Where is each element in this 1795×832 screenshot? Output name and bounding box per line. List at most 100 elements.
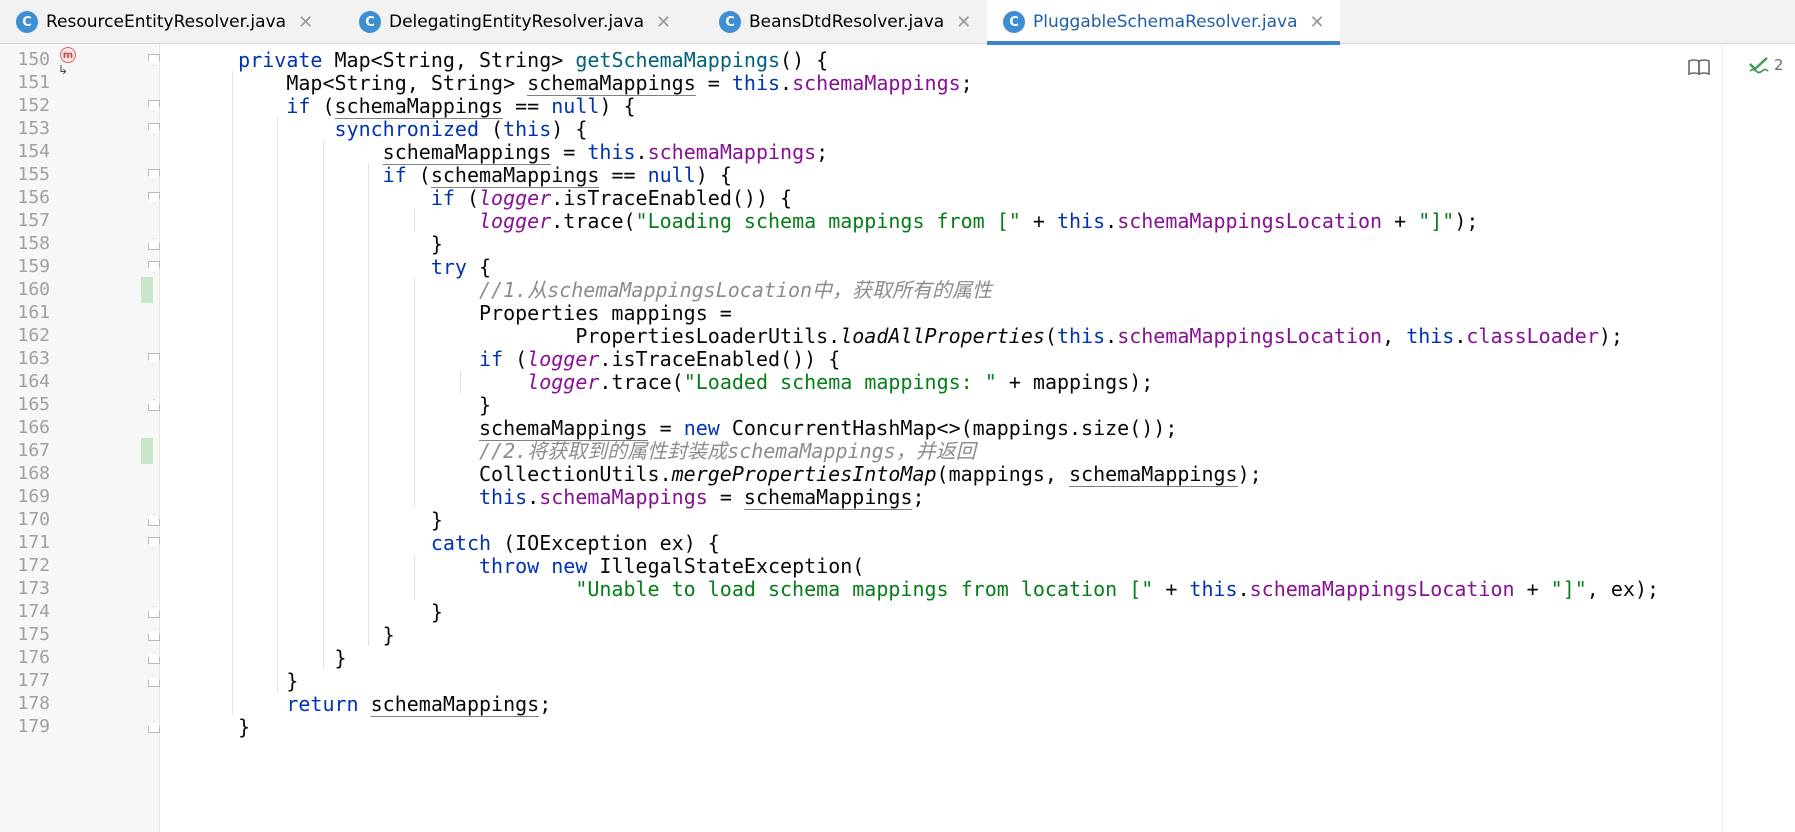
code-token: ;: [816, 140, 829, 164]
fold-expanded-icon[interactable]: [148, 54, 160, 66]
tab-pluggable-schema-resolver[interactable]: C PluggableSchemaResolver.java ✕: [987, 0, 1340, 45]
code-token: this: [478, 485, 528, 509]
tab-label: PluggableSchemaResolver.java: [1033, 12, 1298, 32]
code-token: mergePropertiesIntoMap: [671, 462, 937, 486]
code-token: "]": [1418, 209, 1455, 233]
close-icon[interactable]: ✕: [298, 12, 313, 33]
fold-expanded-icon[interactable]: [148, 192, 160, 204]
fold-expanded-icon[interactable]: [148, 537, 160, 549]
code-token: (: [1044, 324, 1057, 348]
code-token: =: [647, 416, 684, 440]
tab-label: BeansDtdResolver.java: [749, 12, 945, 32]
code-token: (: [310, 94, 335, 118]
fold-end-icon[interactable]: [148, 675, 160, 687]
fold-end-icon[interactable]: [148, 399, 160, 411]
code-token: (: [479, 117, 504, 141]
code-token: logger: [527, 370, 600, 394]
code-token: +: [1020, 209, 1057, 233]
code-token: null: [551, 94, 600, 118]
code-token: ==: [599, 163, 648, 187]
fold-end-icon[interactable]: [148, 514, 160, 526]
code-token: schemaMappings: [1069, 462, 1238, 487]
fold-expanded-icon[interactable]: [148, 169, 160, 181]
code-token: );: [1237, 462, 1262, 486]
code-token: private: [238, 48, 323, 72]
tab-beans-dtd-resolver[interactable]: C BeansDtdResolver.java ✕: [703, 0, 986, 44]
code-token: return: [286, 692, 359, 716]
fold-end-icon[interactable]: [148, 652, 160, 664]
book-icon[interactable]: [1688, 58, 1710, 76]
line-number: 179: [17, 716, 50, 737]
code-token: .: [1105, 209, 1118, 233]
fold-end-icon[interactable]: [148, 629, 160, 641]
code-token: this: [503, 117, 552, 141]
fold-expanded-icon[interactable]: [148, 353, 160, 365]
code-token: "]": [1550, 577, 1587, 601]
fold-expanded-icon[interactable]: [148, 261, 160, 273]
close-icon[interactable]: ✕: [956, 12, 971, 33]
fold-end-icon[interactable]: [148, 238, 160, 250]
code-token: + mappings);: [996, 370, 1154, 394]
code-token: ) {: [599, 94, 636, 118]
tab-label: ResourceEntityResolver.java: [46, 12, 287, 32]
vcs-change-marker[interactable]: [141, 438, 153, 464]
inspection-count: 2: [1774, 56, 1784, 74]
fold-expanded-icon[interactable]: [148, 100, 160, 112]
code-token: ) {: [695, 163, 732, 187]
class-icon: C: [359, 11, 381, 33]
code-token: .isTraceEnabled()) {: [599, 347, 841, 371]
code-token: );: [1454, 209, 1479, 233]
tab-resource-entity-resolver[interactable]: C ResourceEntityResolver.java ✕: [0, 0, 340, 44]
code-token: (: [406, 163, 431, 187]
code-token: "Loading schema mappings from [": [635, 209, 1021, 233]
class-icon: C: [16, 11, 38, 33]
code-token: schemaMappings: [647, 140, 817, 164]
close-icon[interactable]: ✕: [1310, 12, 1325, 33]
vcs-change-marker[interactable]: [141, 277, 153, 303]
fold-expanded-icon[interactable]: [148, 123, 160, 135]
code-token: PropertiesLoaderUtils.: [190, 324, 841, 348]
fold-end-icon[interactable]: [148, 721, 160, 733]
code-token: if: [382, 163, 407, 187]
close-icon[interactable]: ✕: [656, 12, 671, 33]
code-token: getSchemaMappings: [575, 48, 781, 72]
code-token: +: [1382, 209, 1419, 233]
code-token: .: [635, 140, 648, 164]
code-token: ) {: [551, 117, 588, 141]
code-token: this: [1189, 577, 1238, 601]
code-token: schemaMappings: [743, 485, 913, 510]
code-token: //2.将获取到的属性封装成schemaMappings，并返回: [478, 439, 976, 463]
fold-end-icon[interactable]: [148, 606, 160, 618]
code-token: +: [1153, 577, 1190, 601]
code-token: () {: [780, 48, 829, 72]
code-token: this: [587, 140, 636, 164]
tab-delegating-entity-resolver[interactable]: C DelegatingEntityResolver.java ✕: [343, 0, 710, 44]
code-token: logger: [479, 186, 552, 210]
code-token: throw: [478, 554, 540, 578]
code-token: (IOException ex) {: [491, 531, 720, 555]
inspection-widget[interactable]: 2: [1748, 56, 1784, 74]
code-line[interactable]: }: [190, 714, 250, 740]
editor-gutter[interactable]: 150 151 152 153 154 155 156 157 158 159 160 161 162 1…: [0, 44, 160, 832]
code-editor[interactable]: private Map<String, String> getSchemaMap…: [160, 44, 1720, 832]
code-token: if: [286, 94, 311, 118]
code-token: }: [190, 623, 395, 647]
code-token: }: [190, 393, 492, 417]
method-override-icon[interactable]: m: [60, 47, 76, 63]
code-token: ConcurrentHashMap<>(mappings.size());: [719, 416, 1178, 440]
code-token: .: [1237, 577, 1250, 601]
